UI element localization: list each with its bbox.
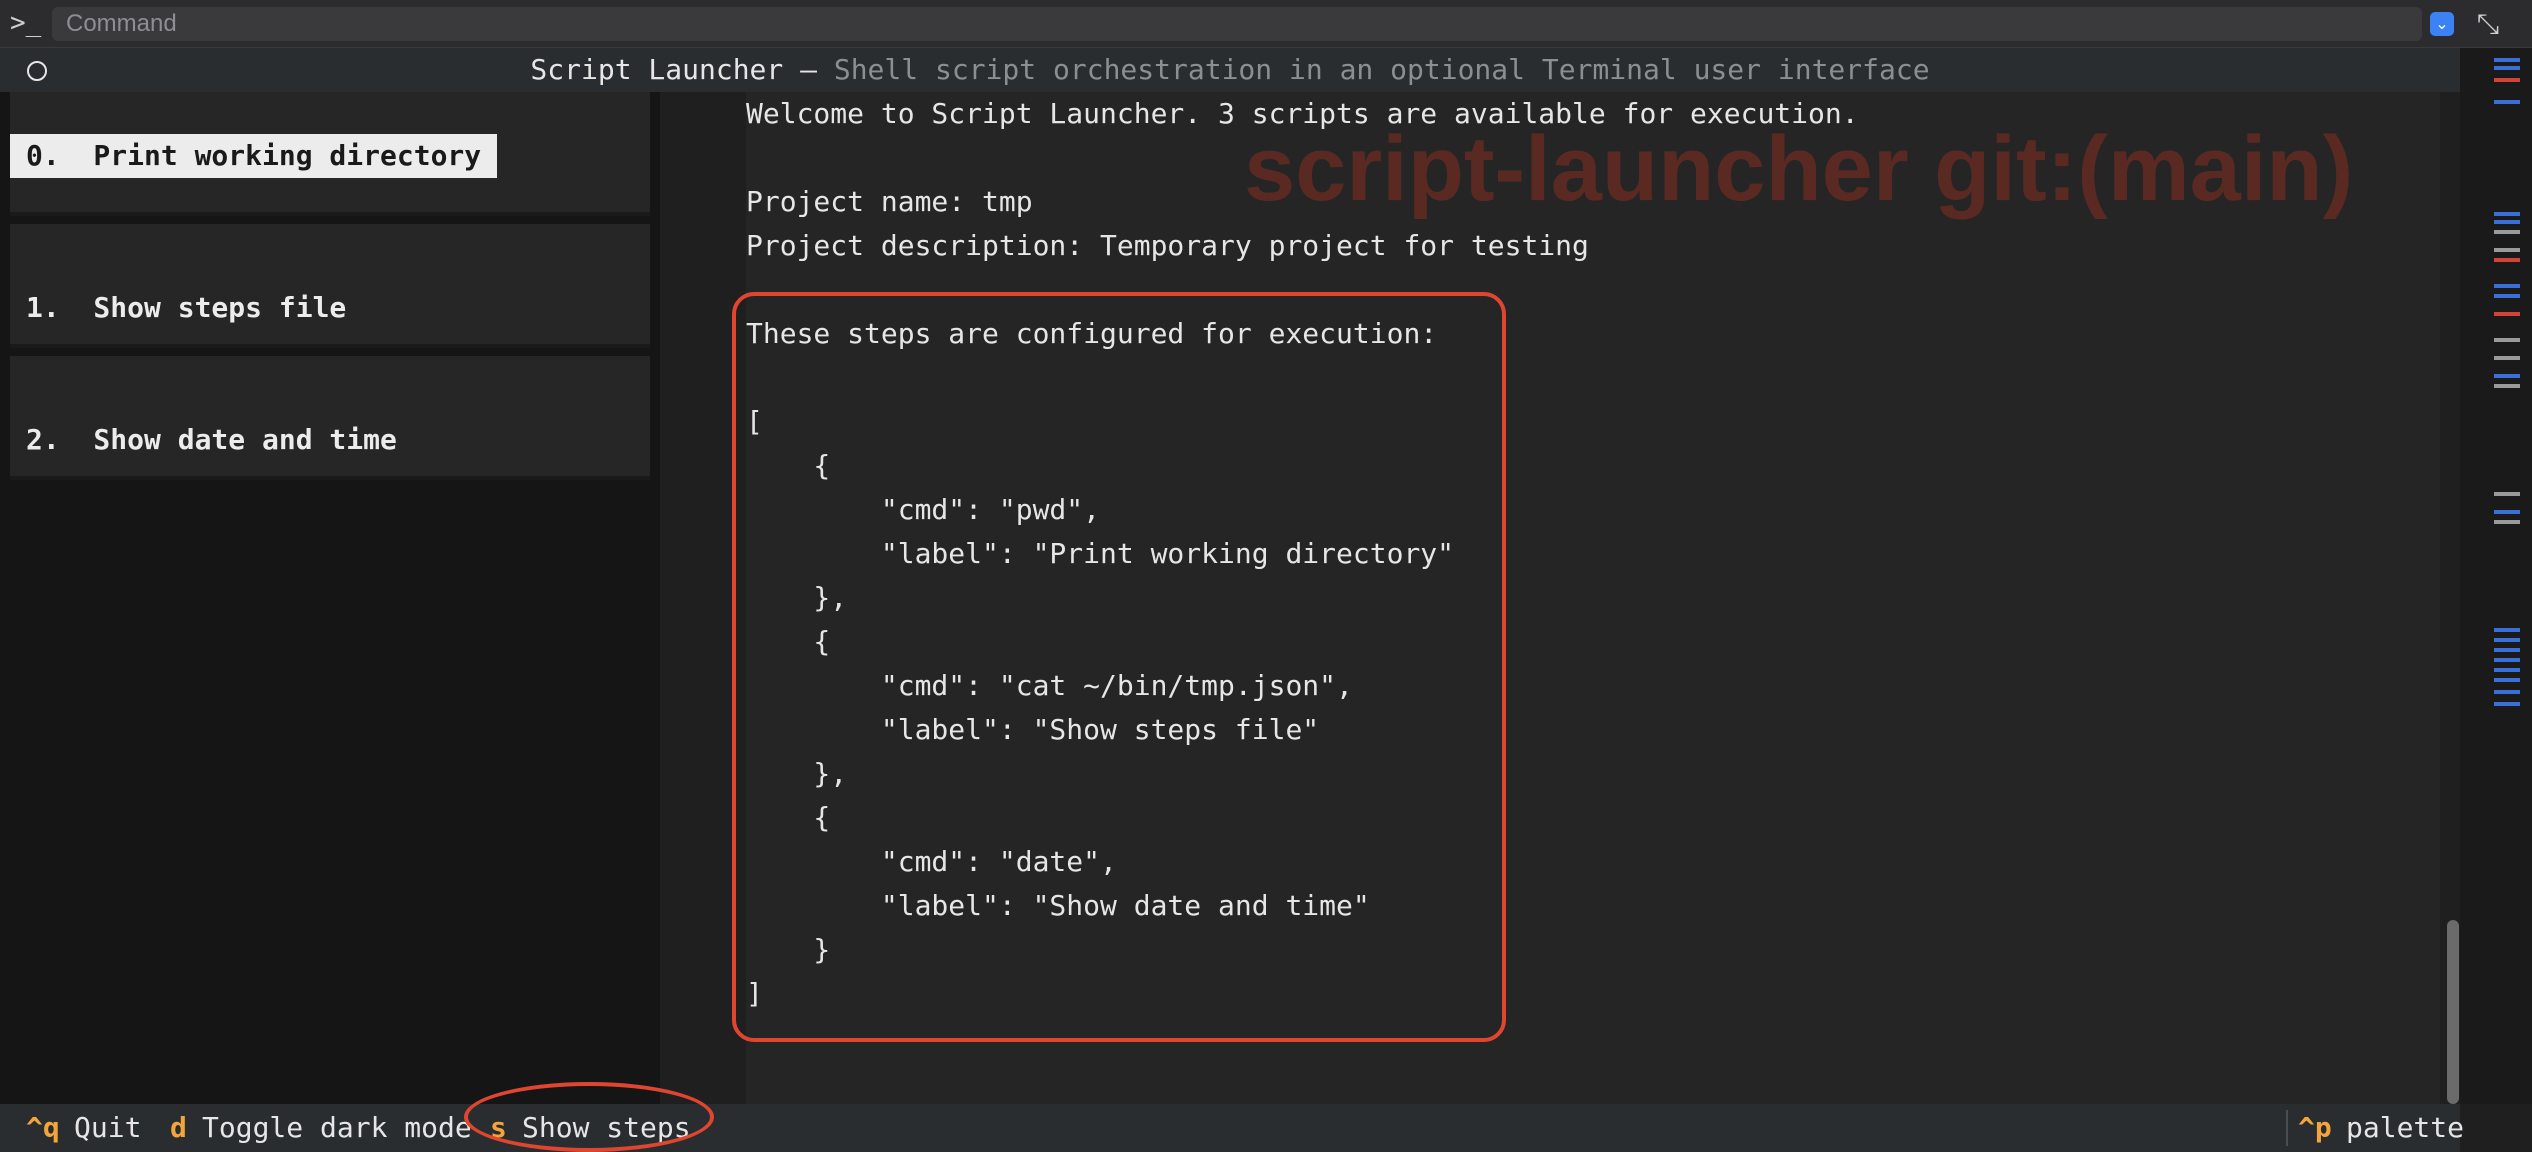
scroll-marker <box>2494 338 2520 342</box>
quit-key[interactable]: ^q <box>26 1104 60 1152</box>
script-item-print-working-directory[interactable]: 0. Print working directory <box>10 92 650 216</box>
scroll-marker <box>2494 258 2520 262</box>
scroll-marker <box>2494 520 2520 524</box>
terminal-icon: >_ <box>10 8 42 38</box>
scroll-marker <box>2494 66 2520 70</box>
scroll-marker <box>2494 702 2520 706</box>
footer-divider <box>2286 1110 2288 1146</box>
script-item-label: 0. Print working directory <box>10 134 498 178</box>
key-bindings-footer: ^q Quit d Toggle dark mode s Show steps … <box>0 1104 2464 1152</box>
command-bar: >_ ⌄ ⤡ <box>0 0 2532 48</box>
scroll-marker <box>2494 312 2520 316</box>
toggle-dark-mode-key[interactable]: d <box>170 1104 187 1152</box>
scroll-marker <box>2494 284 2520 288</box>
scroll-marker <box>2494 58 2520 62</box>
app-subtitle: Shell script orchestration in an optiona… <box>833 53 1930 86</box>
quit-label[interactable]: Quit <box>74 1104 141 1152</box>
scroll-marker <box>2494 230 2520 234</box>
scroll-marker <box>2494 658 2520 662</box>
scroll-marker <box>2494 628 2520 632</box>
chevron-down-icon[interactable]: ⌄ <box>2430 12 2454 36</box>
scrollbar-thumb[interactable] <box>2447 920 2459 1104</box>
output-line: Project name: tmp <box>746 185 1033 218</box>
output-line: Project description: Temporary project f… <box>746 229 1589 262</box>
scroll-marker <box>2494 220 2520 224</box>
toggle-dark-mode-label[interactable]: Toggle dark mode <box>202 1104 472 1152</box>
output-line: Welcome to Script Launcher. 3 scripts ar… <box>746 97 1859 130</box>
palette-key[interactable]: ^p <box>2298 1104 2332 1152</box>
script-item-show-steps-file[interactable]: 1. Show steps file <box>10 224 650 348</box>
scroll-marker <box>2494 690 2520 694</box>
scroll-marker <box>2494 78 2520 82</box>
scroll-marker <box>2494 356 2520 360</box>
scroll-marker <box>2494 668 2520 672</box>
app-title: Script Launcher – <box>530 53 834 86</box>
scroll-marker <box>2494 384 2520 388</box>
scroll-marker <box>2494 510 2520 514</box>
scroll-marker <box>2494 212 2520 216</box>
scroll-marker <box>2494 374 2520 378</box>
output-panel: script-launcher git:(main) Welcome to Sc… <box>660 92 2460 1104</box>
expand-icon[interactable]: ⤡ <box>2472 8 2504 40</box>
scroll-marker <box>2494 100 2520 104</box>
window-title: Script Launcher – Shell script orchestra… <box>0 48 2460 92</box>
show-steps-highlight-annotation <box>464 1082 714 1152</box>
title-bar: Script Launcher – Shell script orchestra… <box>0 48 2460 92</box>
steps-highlight-annotation <box>732 292 1506 1042</box>
scroll-marker <box>2494 248 2520 252</box>
scrollbar-track[interactable] <box>2460 48 2532 1104</box>
scroll-marker <box>2494 294 2520 298</box>
scroll-marker <box>2494 638 2520 642</box>
command-input[interactable] <box>52 7 2422 41</box>
scroll-marker <box>2494 648 2520 652</box>
script-item-show-date-and-time[interactable]: 2. Show date and time <box>10 356 650 480</box>
scroll-marker <box>2494 492 2520 496</box>
script-item-label: 1. Show steps file <box>26 291 347 324</box>
script-item-label: 2. Show date and time <box>26 423 397 456</box>
script-list: 0. Print working directory 1. Show steps… <box>0 92 660 1104</box>
scroll-marker <box>2494 678 2520 682</box>
palette-label[interactable]: palette <box>2346 1104 2464 1152</box>
